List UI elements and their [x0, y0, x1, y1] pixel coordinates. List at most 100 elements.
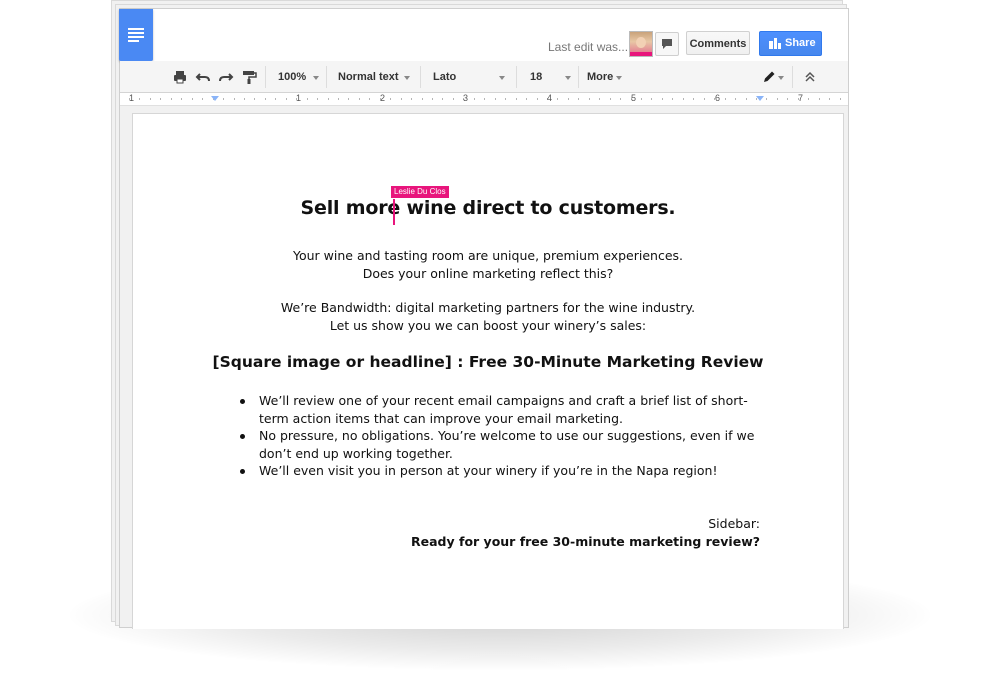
ruler-tick: [317, 98, 318, 100]
share-button[interactable]: Share: [759, 31, 822, 56]
list-item-text: No pressure, no obligations. You’re welc…: [259, 428, 755, 461]
more-dropdown[interactable]: More: [587, 70, 627, 84]
ruler-tick: [202, 98, 203, 100]
ruler-tick: [526, 98, 527, 100]
title-bar: Last edit was... Comments Share: [119, 9, 848, 62]
ruler-tick: [442, 98, 443, 100]
ruler-tick: [599, 98, 600, 100]
style-dropdown[interactable]: Normal text: [338, 70, 414, 84]
chevron-down-icon: [778, 76, 784, 80]
paint-format-icon[interactable]: [241, 69, 257, 85]
ruler-tick: [829, 98, 830, 100]
ruler-tick: [516, 98, 517, 100]
collapse-icon[interactable]: [802, 69, 818, 85]
ruler-number: 4: [547, 93, 553, 103]
ruler-tick: [348, 98, 349, 100]
toolbar-separator: [326, 66, 327, 88]
ruler-tick: [495, 98, 496, 100]
font-dropdown[interactable]: Lato: [433, 70, 507, 84]
ruler-number: 1: [129, 93, 135, 103]
ruler-number: 1: [296, 93, 302, 103]
comments-button[interactable]: Comments: [686, 31, 750, 55]
company-paragraph[interactable]: We’re Bandwidth: digital marketing partn…: [133, 299, 843, 334]
ruler-tick: [139, 98, 140, 100]
ruler-tick: [474, 98, 475, 100]
comment-icon[interactable]: [655, 32, 679, 56]
ruler-tick: [484, 98, 485, 100]
last-edit-link[interactable]: Last edit was...: [548, 40, 628, 54]
ruler-tick: [662, 98, 663, 100]
ruler-tick: [641, 98, 642, 100]
ruler-tick: [390, 98, 391, 100]
more-label: More: [587, 71, 614, 83]
zoom-dropdown[interactable]: 100%: [278, 70, 322, 84]
ruler[interactable]: 1 1 2 3 4 5 6 7: [120, 93, 848, 106]
right-indent-marker[interactable]: [756, 96, 764, 101]
font-size-dropdown[interactable]: 18: [530, 70, 574, 84]
redo-icon[interactable]: [218, 69, 234, 85]
ruler-tick: [840, 98, 841, 100]
ruler-tick: [620, 98, 621, 100]
text-line: We’re Bandwidth: digital marketing partn…: [280, 300, 696, 315]
undo-icon[interactable]: [195, 69, 211, 85]
docs-logo-icon[interactable]: [119, 9, 153, 61]
ruler-tick: [223, 98, 224, 100]
ruler-tick: [787, 98, 788, 100]
bullet-icon: [240, 469, 245, 474]
ruler-tick: [401, 98, 402, 100]
pencil-icon[interactable]: [761, 69, 777, 85]
chevron-down-icon: [499, 76, 505, 80]
collaborator-avatar[interactable]: [629, 31, 653, 57]
collaborator-name-flag: Leslie Du Clos: [391, 186, 449, 198]
share-icon: [769, 38, 781, 49]
ruler-tick: [777, 98, 778, 100]
text-line: Let us show you we can boost your winery…: [329, 317, 647, 333]
sidebar-cta: Ready for your free 30-minute marketing …: [411, 533, 760, 549]
ruler-tick: [411, 98, 412, 100]
bullet-list[interactable]: We’ll review one of your recent email ca…: [238, 392, 763, 480]
left-indent-marker[interactable]: [211, 96, 219, 101]
chevron-down-icon: [616, 76, 622, 80]
ruler-number: 6: [715, 93, 721, 103]
toolbar-separator: [265, 66, 266, 88]
list-item-text: We’ll even visit you in person at your w…: [259, 463, 718, 478]
ruler-tick: [683, 98, 684, 100]
chevron-down-icon: [404, 76, 410, 80]
ruler-tick: [505, 98, 506, 100]
toolbar-separator: [516, 66, 517, 88]
print-icon[interactable]: [172, 69, 188, 85]
style-value: Normal text: [338, 71, 399, 83]
screenshot-stage: Last edit was... Comments Share 100% Nor…: [0, 0, 986, 684]
ruler-number: 3: [463, 93, 469, 103]
list-item: No pressure, no obligations. You’re welc…: [238, 427, 763, 462]
ruler-tick: [275, 98, 276, 100]
sidebar-label: Sidebar:: [708, 516, 760, 531]
ruler-tick: [234, 98, 235, 100]
ruler-tick: [369, 98, 370, 100]
ruler-number: 2: [380, 93, 386, 103]
document-title[interactable]: Sell more wine direct to customers.: [133, 197, 843, 219]
document-page[interactable]: Sell more wine direct to customers. Lesl…: [132, 113, 844, 629]
ruler-tick: [338, 98, 339, 100]
edit-mode-dropdown[interactable]: [777, 70, 785, 84]
font-size-value: 18: [530, 71, 543, 83]
list-item: We’ll even visit you in person at your w…: [238, 462, 763, 480]
sidebar-callout[interactable]: Sidebar: Ready for your free 30-minute m…: [411, 515, 760, 550]
ruler-tick: [254, 98, 255, 100]
zoom-value: 100%: [278, 71, 307, 83]
ruler-tick: [359, 98, 360, 100]
ruler-tick: [766, 98, 767, 100]
intro-paragraph[interactable]: Your wine and tasting room are unique, p…: [133, 247, 843, 282]
list-item: We’ll review one of your recent email ca…: [238, 392, 763, 427]
toolbar-separator: [420, 66, 421, 88]
ruler-tick: [557, 98, 558, 100]
offer-heading[interactable]: [Square image or headline] : Free 30-Min…: [133, 353, 843, 371]
toolbar-separator: [578, 66, 579, 88]
font-value: Lato: [433, 71, 457, 83]
ruler-tick: [181, 98, 182, 100]
ruler-number: 7: [798, 93, 804, 103]
ruler-tick: [150, 98, 151, 100]
ruler-tick: [725, 98, 726, 100]
ruler-tick: [651, 98, 652, 100]
ruler-tick: [192, 98, 193, 100]
